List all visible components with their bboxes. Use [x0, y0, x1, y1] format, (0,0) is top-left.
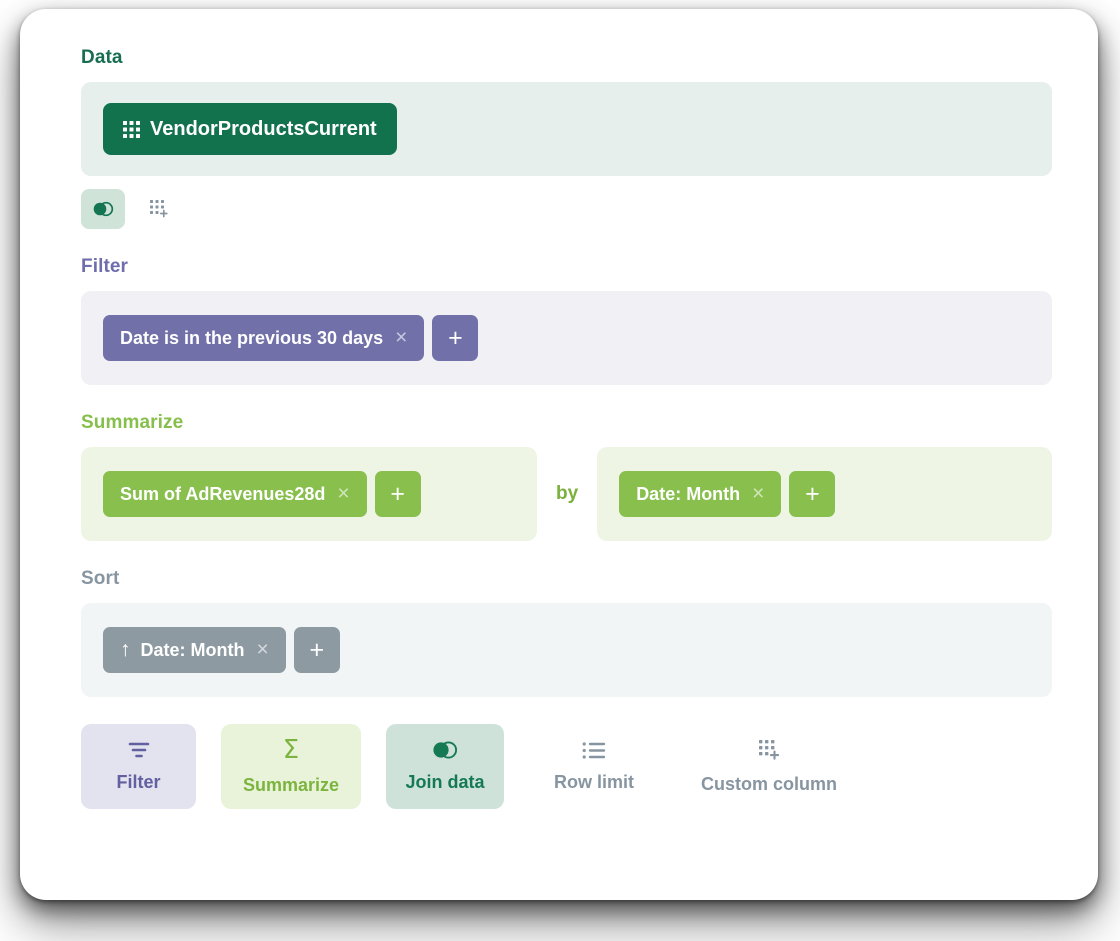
- sort-section: Sort ↑ Date: Month × +: [81, 568, 1052, 697]
- summarize-metric-label: Sum of AdRevenues28d: [120, 483, 326, 504]
- filter-chip-label: Date is in the previous 30 days: [120, 327, 384, 348]
- sort-chip-label: Date: Month: [140, 639, 245, 660]
- table-grid-icon: [123, 120, 140, 138]
- action-custom-column[interactable]: Custom column: [684, 724, 854, 809]
- query-builder-card: Data VendorProductsCurrent Filter Date i…: [20, 9, 1098, 900]
- add-metric-button[interactable]: +: [374, 471, 421, 517]
- action-filter-label: Filter: [116, 772, 161, 792]
- filter-section-label: Filter: [81, 256, 129, 277]
- summarize-section-label: Summarize: [81, 412, 184, 433]
- add-breakout-button[interactable]: +: [789, 471, 836, 517]
- summarize-section: Summarize Sum of AdRevenues28d × + by Da…: [81, 412, 1052, 541]
- action-filter[interactable]: Filter: [81, 724, 196, 809]
- close-icon[interactable]: ×: [256, 639, 268, 662]
- summarize-breakout-strip: Date: Month × +: [597, 447, 1052, 541]
- close-icon[interactable]: ×: [752, 483, 764, 506]
- filter-chip[interactable]: Date is in the previous 30 days ×: [103, 315, 425, 361]
- filter-section: Filter Date is in the previous 30 days ×…: [81, 256, 1052, 385]
- action-bar: Filter Σ Summarize Join data Row limit C…: [81, 724, 1052, 809]
- action-summarize-label: Summarize: [242, 775, 340, 795]
- close-icon[interactable]: ×: [395, 327, 407, 350]
- action-row-limit[interactable]: Row limit: [529, 724, 659, 809]
- screen: Data VendorProductsCurrent Filter Date i…: [0, 0, 1120, 941]
- data-section: Data VendorProductsCurrent: [81, 47, 1052, 229]
- custom-column-icon: [149, 199, 169, 219]
- add-filter-button[interactable]: +: [432, 315, 479, 361]
- action-summarize[interactable]: Σ Summarize: [221, 724, 361, 809]
- filter-funnel-icon: [127, 740, 151, 760]
- query-builder-body: Data VendorProductsCurrent Filter Date i…: [81, 47, 1052, 900]
- summarize-metric-strip: Sum of AdRevenues28d × +: [81, 447, 537, 541]
- action-join-data[interactable]: Join data: [386, 724, 504, 809]
- sort-section-label: Sort: [81, 568, 120, 589]
- sigma-icon: Σ: [282, 735, 300, 765]
- custom-column-icon: [757, 738, 781, 762]
- data-source-chip[interactable]: VendorProductsCurrent: [103, 103, 397, 155]
- summarize-row: Sum of AdRevenues28d × + by Date: Month …: [81, 447, 1052, 541]
- data-step-icons: [81, 189, 1052, 229]
- join-data-step-button[interactable]: [81, 189, 125, 229]
- filter-section-strip: Date is in the previous 30 days × +: [81, 291, 1052, 385]
- custom-column-step-button[interactable]: [137, 189, 181, 229]
- close-icon[interactable]: ×: [337, 483, 349, 506]
- summarize-breakout-chip[interactable]: Date: Month ×: [619, 471, 782, 517]
- summarize-by-label: by: [556, 483, 579, 504]
- join-data-icon: [92, 201, 114, 217]
- data-section-label: Data: [81, 47, 123, 68]
- join-data-icon: [431, 740, 459, 760]
- sort-section-strip: ↑ Date: Month × +: [81, 603, 1052, 697]
- add-sort-button[interactable]: +: [293, 627, 340, 673]
- data-section-strip: VendorProductsCurrent: [81, 82, 1052, 176]
- action-join-data-label: Join data: [405, 772, 485, 792]
- sort-chip[interactable]: ↑ Date: Month ×: [103, 627, 286, 673]
- summarize-breakout-label: Date: Month: [636, 483, 741, 504]
- list-rows-icon: [582, 741, 606, 760]
- sort-ascending-icon[interactable]: ↑: [120, 638, 131, 662]
- data-source-name: VendorProductsCurrent: [150, 117, 377, 140]
- action-custom-column-label: Custom column: [700, 774, 837, 794]
- summarize-metric-chip[interactable]: Sum of AdRevenues28d ×: [103, 471, 367, 517]
- action-row-limit-label: Row limit: [554, 771, 634, 792]
